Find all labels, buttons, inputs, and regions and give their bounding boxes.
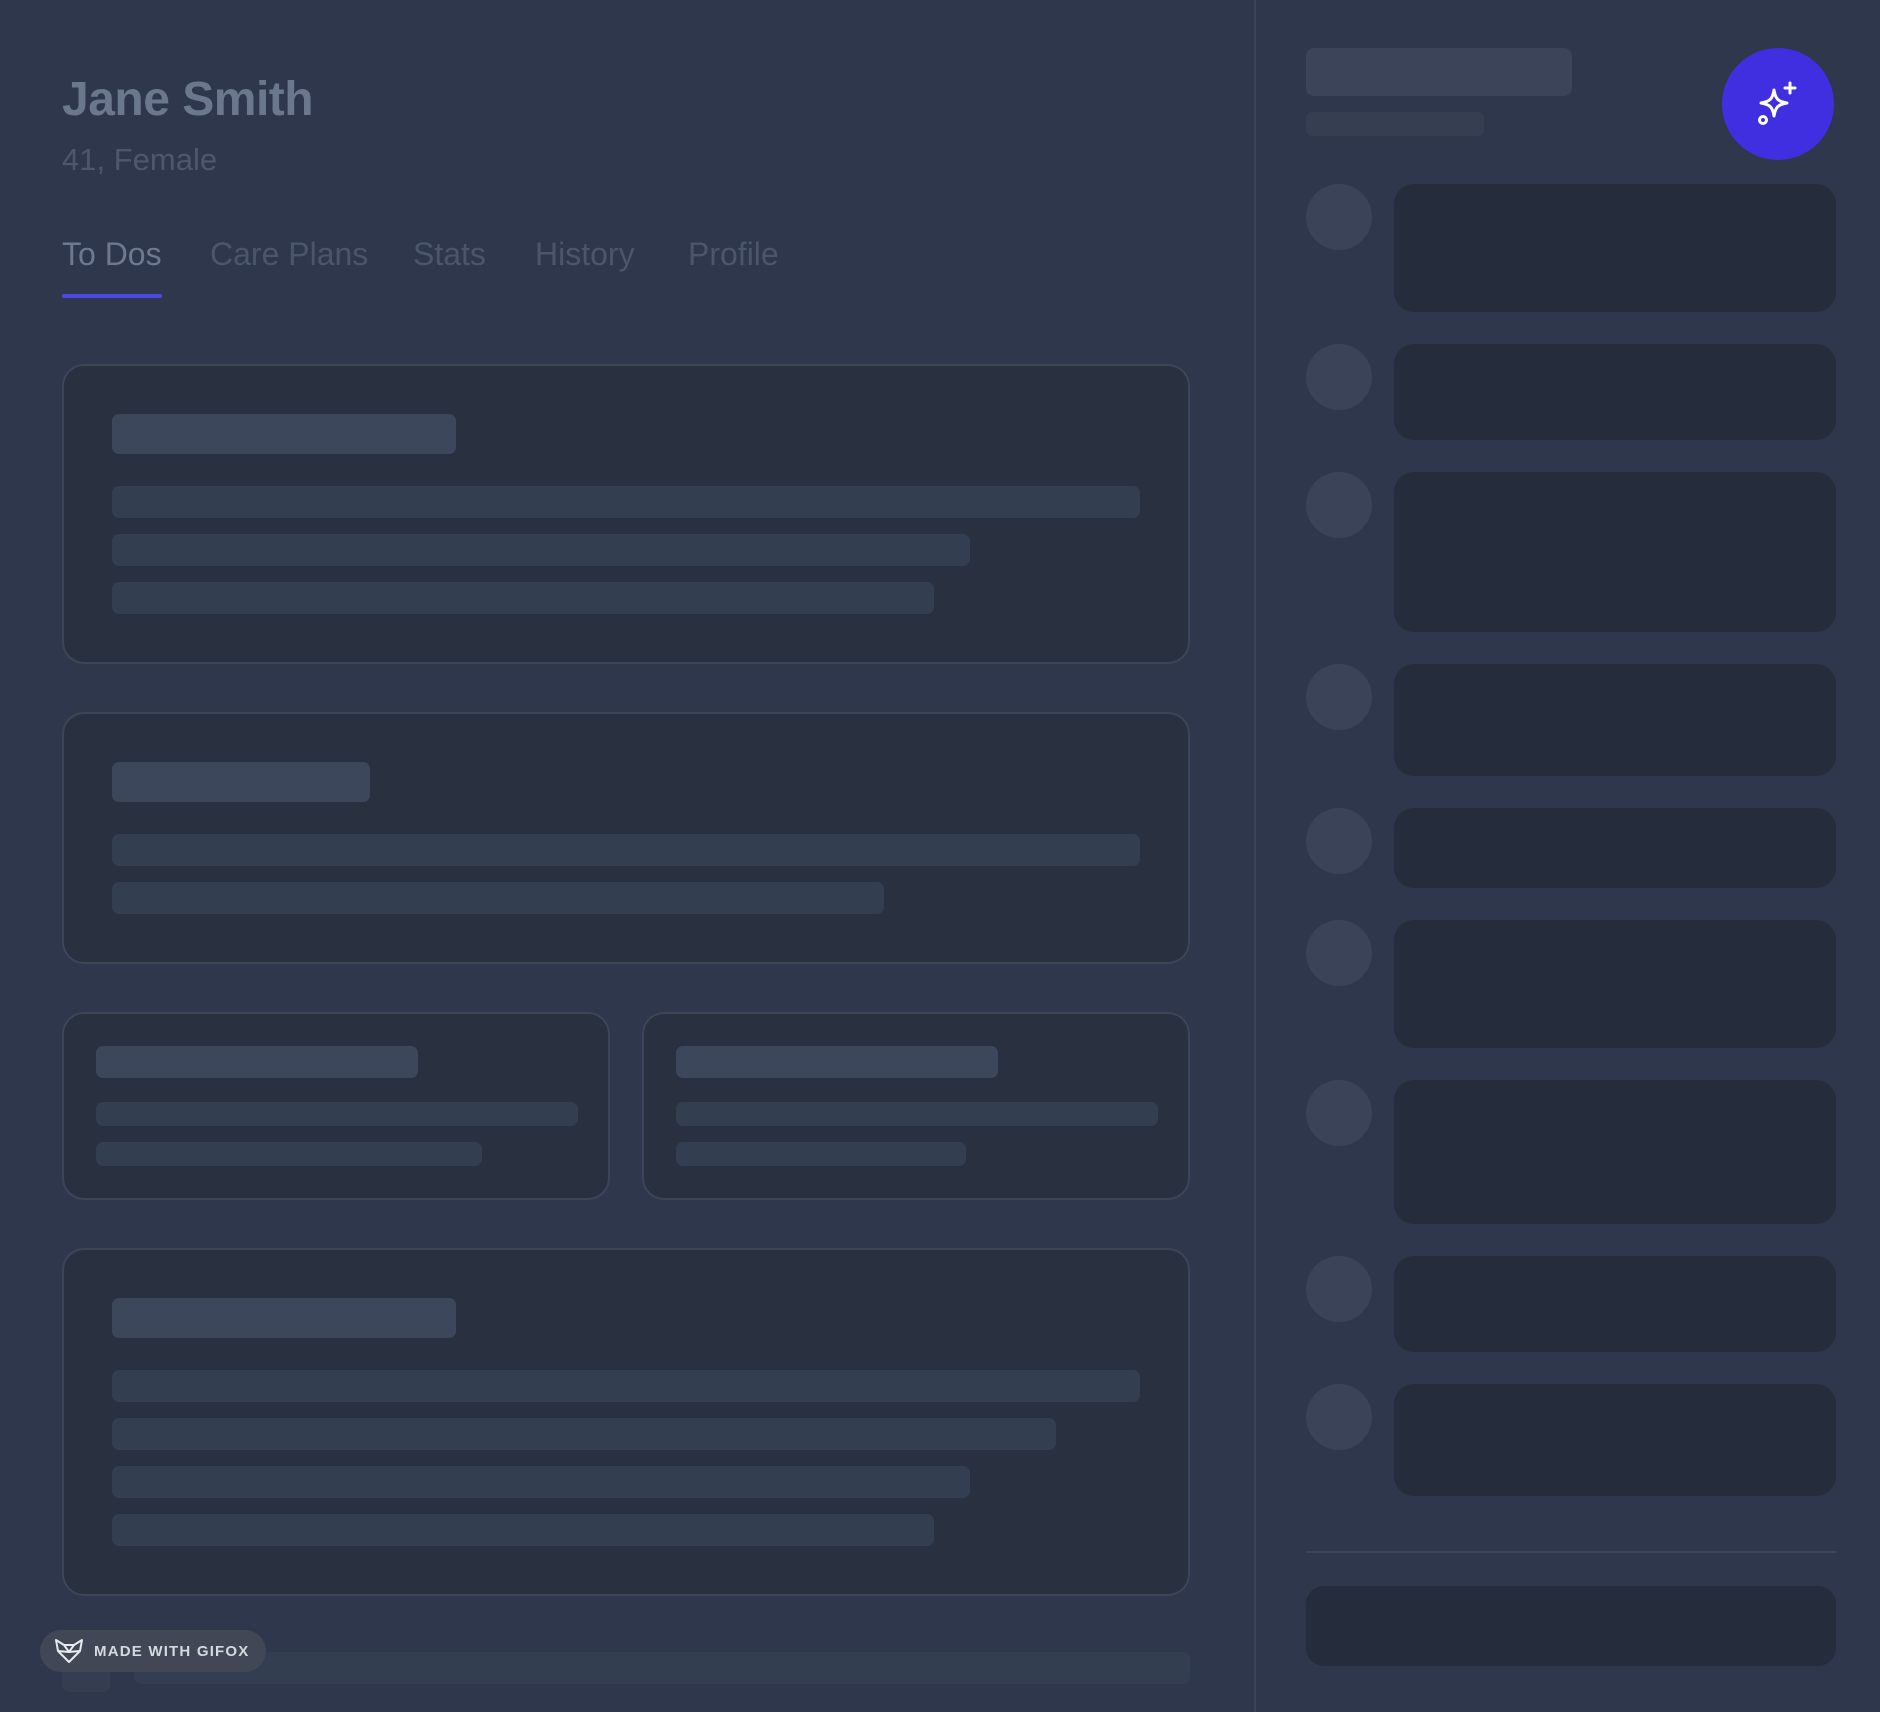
skeleton-title: [112, 1298, 456, 1338]
message-skeleton: [1394, 344, 1836, 440]
ai-assistant-button[interactable]: [1722, 48, 1834, 160]
skeleton-line: [112, 1370, 1140, 1402]
tab-history[interactable]: History: [535, 236, 635, 273]
divider: [1306, 1551, 1836, 1553]
avatar: [1306, 920, 1372, 986]
message-skeleton: [1394, 1384, 1836, 1496]
skeleton-line: [112, 1418, 1056, 1450]
todo-card-skeleton: [62, 364, 1190, 664]
message-skeleton: [1394, 184, 1836, 312]
tab-stats[interactable]: Stats: [413, 236, 486, 273]
skeleton-line: [112, 1466, 970, 1498]
message-skeleton: [1394, 808, 1836, 888]
skeleton-title: [112, 762, 370, 802]
message-skeleton: [1394, 664, 1836, 776]
skeleton-line: [112, 582, 934, 614]
summary-card-skeleton: [642, 1012, 1190, 1200]
tab-to-dos[interactable]: To Dos: [62, 236, 162, 273]
skeleton-line: [134, 1652, 1190, 1684]
skeleton-line: [112, 486, 1140, 518]
message-skeleton: [1394, 472, 1836, 632]
patient-detail-panel: Jane Smith 41, Female To Dos Care Plans …: [0, 0, 1254, 1712]
avatar: [1306, 1384, 1372, 1450]
skeleton-panel-subtitle: [1306, 112, 1484, 136]
message-skeleton: [1394, 1080, 1836, 1224]
patient-age-gender: 41, Female: [62, 142, 218, 177]
message-input-skeleton[interactable]: [1306, 1586, 1836, 1666]
skeleton-line: [676, 1142, 966, 1166]
skeleton-title: [112, 414, 456, 454]
patient-name: Jane Smith: [62, 73, 314, 126]
avatar: [1306, 472, 1372, 538]
skeleton-line: [676, 1102, 1158, 1126]
tab-care-plans[interactable]: Care Plans: [210, 236, 368, 273]
watermark-text: MADE WITH GIFOX: [94, 1642, 250, 1660]
todo-card-skeleton: [62, 712, 1190, 964]
avatar: [1306, 664, 1372, 730]
skeleton-panel-title: [1306, 48, 1572, 96]
skeleton-line: [112, 534, 970, 566]
skeleton-title: [676, 1046, 998, 1078]
sparkles-icon: [1758, 81, 1797, 125]
avatar: [1306, 1080, 1372, 1146]
skeleton-line: [112, 1514, 934, 1546]
avatar: [1306, 184, 1372, 250]
skeleton-line: [112, 834, 1140, 866]
fox-logo-icon: [55, 1639, 83, 1663]
summary-card-skeleton: [62, 1012, 610, 1200]
avatar: [1306, 1256, 1372, 1322]
skeleton-line: [96, 1142, 482, 1166]
avatar: [1306, 808, 1372, 874]
skeleton-line: [96, 1102, 578, 1126]
skeleton-title: [96, 1046, 418, 1078]
assistant-panel: [1254, 0, 1880, 1712]
gifox-watermark: MADE WITH GIFOX: [40, 1630, 266, 1672]
active-tab-indicator: [62, 294, 162, 298]
message-skeleton: [1394, 920, 1836, 1048]
todo-card-skeleton: [62, 1248, 1190, 1596]
tab-profile[interactable]: Profile: [688, 236, 779, 273]
message-skeleton: [1394, 1256, 1836, 1352]
avatar: [1306, 344, 1372, 410]
skeleton-line: [112, 882, 884, 914]
